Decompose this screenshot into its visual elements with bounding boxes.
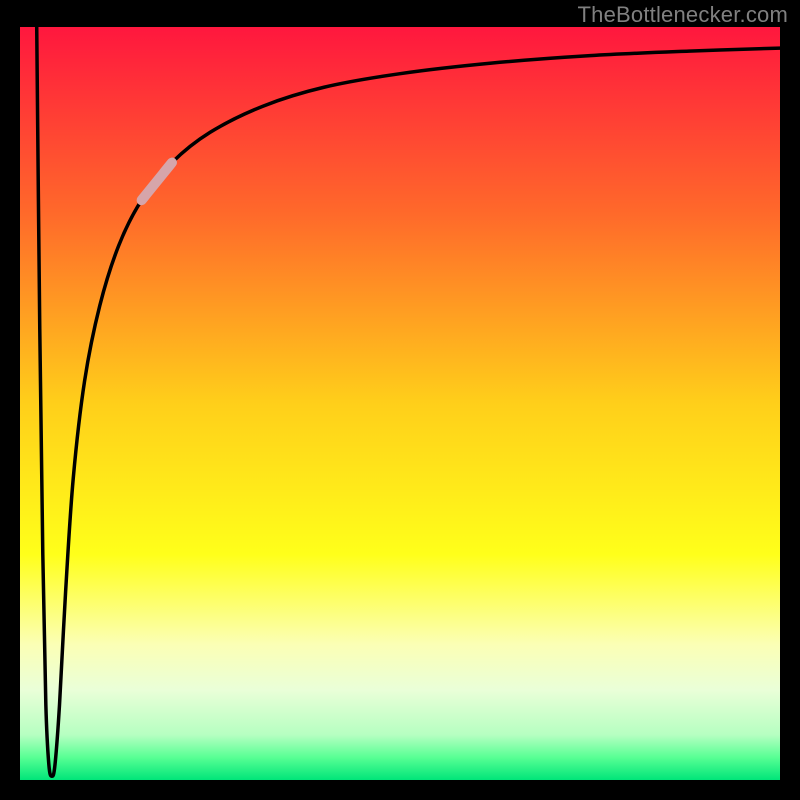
plot-background bbox=[20, 27, 780, 780]
chart-svg bbox=[0, 0, 800, 800]
watermark-text: TheBottlenecker.com bbox=[578, 2, 788, 28]
chart-container: TheBottlenecker.com bbox=[0, 0, 800, 800]
